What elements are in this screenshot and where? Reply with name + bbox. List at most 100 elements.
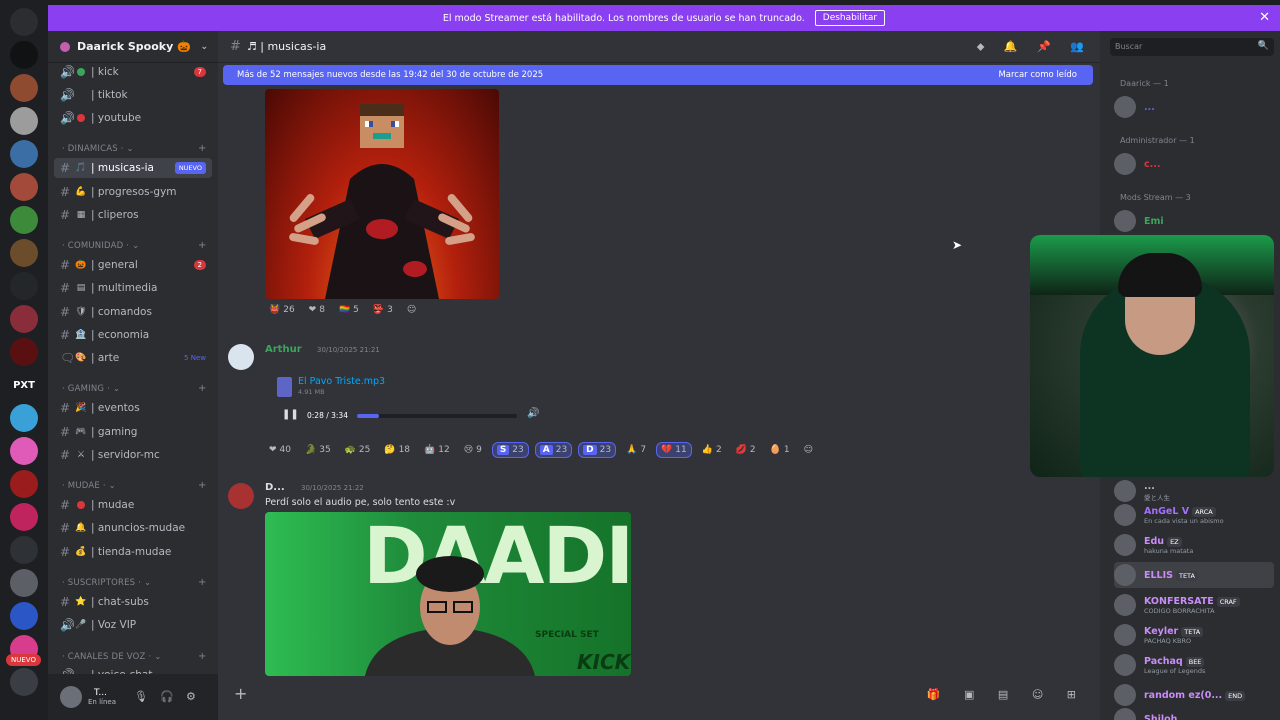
- channel-item[interactable]: # ▦ | cliperos: [54, 205, 212, 225]
- server-icon[interactable]: [10, 8, 38, 36]
- message-author[interactable]: Arthur: [265, 344, 302, 355]
- server-icon[interactable]: [10, 272, 38, 300]
- microphone-icon[interactable]: 🎙: [134, 690, 148, 703]
- headset-icon[interactable]: 🎧: [160, 690, 174, 703]
- avatar[interactable]: [60, 686, 82, 708]
- header-icons[interactable]: ⬥ 🔔 📌 👥: [977, 40, 1092, 54]
- channel-item[interactable]: 🔊 | tiktok: [54, 85, 212, 105]
- reaction-pill[interactable]: 🙏 7: [622, 443, 650, 457]
- member-item[interactable]: KONFERSATE CRAF CODIGO BORRACHITA: [1114, 592, 1274, 618]
- close-icon[interactable]: ✕: [1259, 10, 1270, 25]
- channel-item[interactable]: 🔊 | kick 7: [54, 62, 212, 82]
- reaction-pill[interactable]: 🥚 1: [766, 443, 794, 457]
- channel-item[interactable]: # 🔔 | anuncios-mudae: [54, 518, 212, 538]
- category-header[interactable]: · CANALES DE VOZ · ⌄ +: [62, 651, 206, 662]
- avatar[interactable]: [228, 483, 254, 509]
- reaction-pill[interactable]: ❤ 8: [305, 303, 329, 317]
- member-item[interactable]: random ez(0... END: [1114, 682, 1274, 708]
- composer-icons[interactable]: 🎁 ▣ ▤ ☺ ⊞: [927, 688, 1086, 701]
- add-channel-icon[interactable]: +: [198, 480, 207, 491]
- member-item[interactable]: ... 愛と人生: [1114, 478, 1274, 504]
- message-author[interactable]: D...: [265, 482, 285, 493]
- channel-item[interactable]: # 🎃 | general 2: [54, 255, 212, 275]
- server-icon[interactable]: [10, 338, 38, 366]
- server-icon[interactable]: [10, 503, 38, 531]
- message-composer[interactable]: + 🎁 ▣ ▤ ☺ ⊞: [218, 676, 1100, 720]
- category-header[interactable]: · MUDAE · ⌄ +: [62, 480, 206, 491]
- channel-item[interactable]: # 💪 | progresos-gym: [54, 182, 212, 202]
- channel-item[interactable]: 🔊 | youtube: [54, 108, 212, 128]
- channel-item[interactable]: # ▤ | multimedia: [54, 278, 212, 298]
- reaction-pill[interactable]: 🤔 18: [380, 443, 414, 457]
- audio-filename[interactable]: El Pavo Triste.mp3: [298, 376, 385, 387]
- server-icon[interactable]: [10, 107, 38, 135]
- member-item[interactable]: Emi: [1114, 208, 1274, 234]
- server-icon[interactable]: [10, 668, 38, 696]
- channel-item[interactable]: # ⭐ | chat-subs: [54, 592, 212, 612]
- guild-header[interactable]: Daarick Spooky 🎃 ⌄: [48, 31, 218, 63]
- reaction-pill[interactable]: D 23: [578, 442, 617, 458]
- search-input[interactable]: Buscar 🔍: [1110, 38, 1274, 56]
- member-item[interactable]: Shiloh: [1114, 706, 1274, 720]
- reaction-pill[interactable]: 🏳‍🌈 5: [335, 303, 363, 317]
- add-channel-icon[interactable]: +: [198, 383, 207, 394]
- channel-item[interactable]: 🔊 🎤 | Voz VIP: [54, 615, 212, 635]
- mark-read-button[interactable]: Marcar como leído: [998, 70, 1077, 80]
- server-icon[interactable]: [10, 173, 38, 201]
- category-header[interactable]: · DINAMICAS · ⌄ +: [62, 143, 206, 154]
- server-icon[interactable]: [10, 404, 38, 432]
- reaction-pill[interactable]: 👺 3: [369, 303, 397, 317]
- add-channel-icon[interactable]: +: [198, 240, 207, 251]
- reaction-pill[interactable]: 🤖 12: [420, 443, 454, 457]
- attachment-image-akatsuki[interactable]: [265, 89, 499, 299]
- add-channel-icon[interactable]: +: [198, 143, 207, 154]
- attachment-image-daadick[interactable]: DAADICK SPECIAL SET KICK: [265, 512, 631, 676]
- server-icon[interactable]: [10, 569, 38, 597]
- member-item[interactable]: Edu EZ hakuna matata: [1114, 532, 1274, 558]
- gear-icon[interactable]: ⚙: [186, 690, 196, 703]
- add-channel-icon[interactable]: +: [198, 651, 207, 662]
- member-item[interactable]: AnGeL V ARCA En cada vista un abismo: [1114, 502, 1274, 528]
- category-header[interactable]: · SUSCRIPTORES · ⌄ +: [62, 577, 206, 588]
- new-messages-bar[interactable]: Más de 52 mensajes nuevos desde las 19:4…: [223, 65, 1093, 85]
- pause-icon[interactable]: ❚❚: [282, 409, 299, 420]
- reaction-pill[interactable]: 💔 11: [656, 442, 692, 458]
- server-icon[interactable]: PXT: [10, 371, 38, 399]
- server-icon[interactable]: [10, 437, 38, 465]
- volume-icon[interactable]: 🔊: [527, 408, 539, 419]
- reaction-pill[interactable]: ☺: [403, 303, 420, 317]
- reaction-pill[interactable]: ☺: [800, 443, 817, 457]
- channel-item[interactable]: # 🎮 | gaming: [54, 422, 212, 442]
- server-icon[interactable]: [10, 206, 38, 234]
- reaction-pill[interactable]: A 23: [534, 442, 573, 458]
- server-icon[interactable]: [10, 470, 38, 498]
- reaction-pill[interactable]: 👍 2: [698, 443, 726, 457]
- channel-item[interactable]: # 💰 | tienda-mudae: [54, 542, 212, 562]
- channel-item[interactable]: # 🏦 | economia: [54, 325, 212, 345]
- reaction-pill[interactable]: S 23: [491, 442, 529, 458]
- server-icon[interactable]: [10, 239, 38, 267]
- member-item[interactable]: ELLIS TETA: [1114, 562, 1274, 588]
- reaction-pill[interactable]: 😢 9: [460, 443, 486, 457]
- category-header[interactable]: · COMUNIDAD · ⌄ +: [62, 240, 206, 251]
- member-item[interactable]: c...: [1114, 151, 1274, 177]
- category-header[interactable]: · GAMING · ⌄ +: [62, 383, 206, 394]
- server-icon[interactable]: [10, 536, 38, 564]
- reaction-pill[interactable]: ❤ 40: [265, 443, 295, 457]
- reaction-pill[interactable]: 🐊 35: [301, 443, 335, 457]
- add-attachment-icon[interactable]: +: [234, 684, 247, 703]
- server-icon[interactable]: [10, 140, 38, 168]
- server-icon[interactable]: [10, 74, 38, 102]
- channel-item[interactable]: # 🛡 | comandos: [54, 302, 212, 322]
- disable-button[interactable]: Deshabilitar: [814, 10, 886, 26]
- reaction-pill[interactable]: 👹 26: [265, 303, 299, 317]
- reaction-pill[interactable]: 🐢 25: [341, 443, 375, 457]
- member-item[interactable]: ...: [1114, 94, 1274, 120]
- server-icon[interactable]: [10, 305, 38, 333]
- add-channel-icon[interactable]: +: [198, 577, 207, 588]
- channel-item[interactable]: # | mudae: [54, 495, 212, 515]
- audio-progress-bar[interactable]: [357, 414, 517, 418]
- server-icon[interactable]: [10, 602, 38, 630]
- server-icon[interactable]: [10, 41, 38, 69]
- channel-item[interactable]: 🗨 🎨 | arte 5 New: [54, 348, 212, 368]
